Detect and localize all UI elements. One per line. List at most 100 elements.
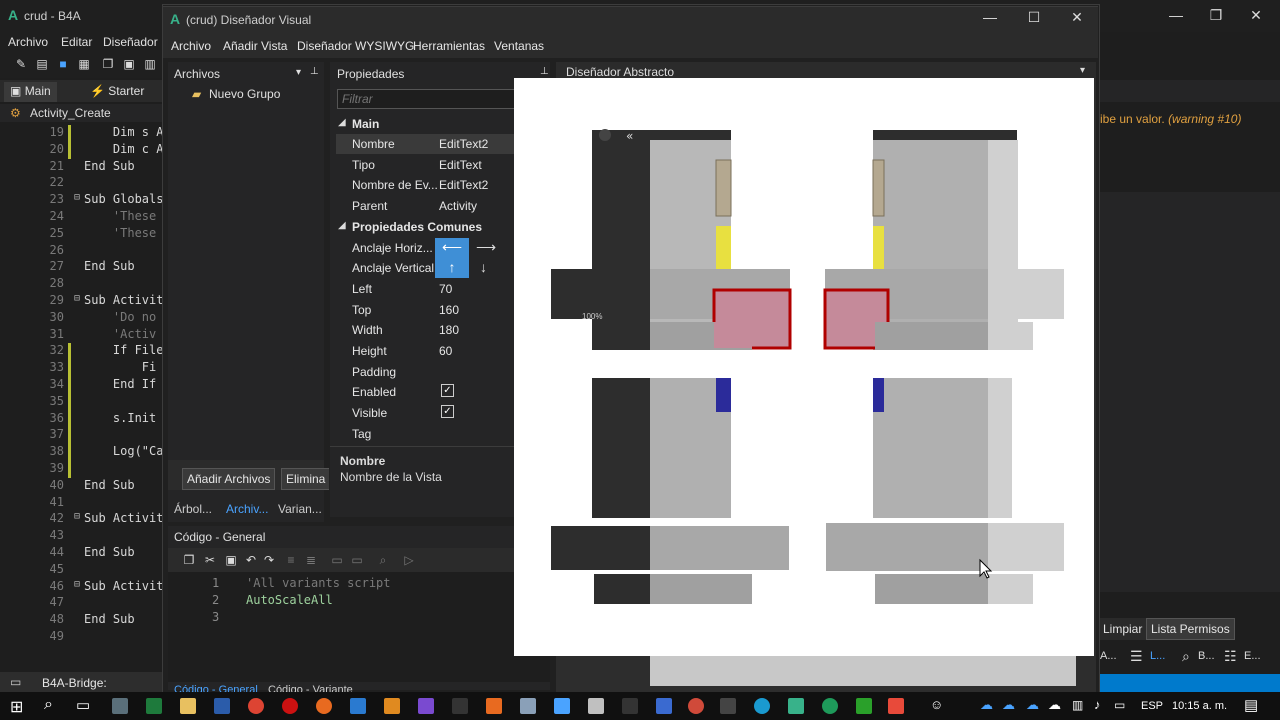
app-folder-icon[interactable] [180, 698, 196, 714]
property-row[interactable]: Top 160 [336, 300, 514, 320]
tree-item-nuevo-grupo[interactable]: Nuevo Grupo [209, 87, 280, 101]
chevron-down-icon[interactable]: ▾ [296, 67, 301, 78]
code-line[interactable]: 27 End Sub [0, 259, 162, 276]
redo-icon[interactable]: ↷ [262, 553, 276, 567]
uncomment-icon[interactable]: ▭ [350, 553, 364, 567]
prop-anchor-v[interactable]: Anclaje Vertical ↑ ↓ [336, 258, 514, 278]
tab-main[interactable]: ▣ Main [4, 82, 57, 102]
undo-icon[interactable]: ↶ [244, 553, 258, 567]
app-b4a-icon[interactable] [788, 698, 804, 714]
app-sublime-icon[interactable] [384, 698, 400, 714]
chevron-down-icon[interactable]: ▾ [1080, 65, 1085, 76]
wysiwyg-canvas[interactable]: « 100% [514, 78, 1094, 656]
code-line[interactable]: 28 [0, 276, 162, 293]
copy-icon[interactable]: ❐ [182, 553, 196, 567]
cloud-icon[interactable]: ☁ [980, 697, 993, 713]
save-all-icon[interactable]: ▦ [77, 57, 91, 71]
script-line[interactable]: 1 'All variants script [168, 576, 550, 593]
copy-icon[interactable]: ❐ [101, 57, 115, 71]
search-icon[interactable]: ⌕ [1182, 648, 1190, 665]
app-cube-icon[interactable] [520, 698, 536, 714]
property-value[interactable]: 60 [439, 344, 452, 358]
lock-icon[interactable]: ▥ [143, 57, 157, 71]
code-line[interactable]: 36 s.Init [0, 410, 162, 428]
minimize-icon[interactable]: — [1156, 4, 1196, 28]
sub-breadcrumb[interactable]: ⚙ Activity_Create [0, 104, 162, 122]
anchor-bottom-icon[interactable]: ↓ [480, 258, 487, 277]
outdent-icon[interactable]: ≣ [304, 553, 318, 567]
anchor-right-icon[interactable]: ⟶ [476, 238, 496, 257]
code-line[interactable]: 21 End Sub [0, 159, 162, 176]
bottom-tab-b[interactable]: B... [1198, 650, 1215, 662]
dmenu-herramientas[interactable]: Herramientas [413, 39, 485, 53]
app-chrome-icon[interactable] [248, 698, 264, 714]
code-line[interactable]: 43 [0, 528, 162, 545]
tab-starter[interactable]: ⚡ Starter [84, 82, 150, 102]
code-line[interactable]: 33 Fi [0, 360, 162, 378]
designer-minimize-icon[interactable]: — [970, 6, 1010, 30]
bottom-tab-l[interactable]: L... [1150, 650, 1165, 662]
code-line[interactable]: 25 'These [0, 226, 162, 243]
code-line[interactable]: 24 'These [0, 209, 162, 226]
menu-disenador[interactable]: Diseñador [103, 35, 158, 49]
code-line[interactable]: 44 End Sub [0, 545, 162, 562]
code-line[interactable]: 48 End Sub [0, 612, 162, 629]
app-blue-icon[interactable] [554, 698, 570, 714]
property-row[interactable]: Padding [336, 362, 514, 382]
cut-icon[interactable]: ✂ [203, 553, 217, 567]
dmenu-anadir-vista[interactable]: Añadir Vista [223, 39, 287, 53]
restore-icon[interactable]: ❐ [1196, 4, 1236, 28]
find-icon[interactable]: ⌕ [376, 553, 390, 567]
clear-button[interactable]: Limpiar [1098, 618, 1148, 640]
edit-list-icon[interactable]: ☷ [1224, 648, 1237, 665]
bottom-tab-e[interactable]: E... [1244, 650, 1261, 662]
code-line[interactable]: 38 Log("Ca [0, 444, 163, 462]
windows-start-icon[interactable]: ⊞ [10, 697, 23, 717]
paste-icon[interactable]: ▣ [224, 553, 238, 567]
search-icon[interactable]: ⌕ [44, 696, 53, 714]
code-line[interactable]: 30 'Do no [0, 310, 162, 327]
property-row[interactable]: Visible ✓ [336, 403, 514, 423]
app-chat-icon[interactable] [656, 698, 672, 714]
open-folder-icon[interactable]: ▤ [35, 57, 49, 71]
codigo-editor[interactable]: 1 'All variants script 2 AutoScaleAll 3 [168, 572, 550, 682]
app-red-icon[interactable] [688, 698, 704, 714]
dmenu-ventanas[interactable]: Ventanas [494, 39, 544, 53]
code-line[interactable]: 40 End Sub [0, 478, 162, 495]
battery-icon[interactable]: ▭ [1114, 698, 1125, 712]
dmenu-archivo[interactable]: Archivo [171, 39, 211, 53]
code-line[interactable]: 45 [0, 562, 162, 579]
property-row[interactable]: Height 60 [336, 341, 514, 361]
code-line[interactable]: 39 [0, 461, 162, 478]
notifications-icon[interactable]: ▤ [1244, 696, 1258, 714]
collapse-icon[interactable]: ◢ [338, 117, 346, 128]
code-line[interactable]: 34 End If [0, 377, 162, 394]
dmenu-wysiwyg[interactable]: Diseñador WYSIWYG [297, 39, 414, 53]
run-icon[interactable]: ▷ [402, 553, 416, 567]
comment-icon[interactable]: ▭ [330, 553, 344, 567]
network-icon[interactable]: ▥ [1072, 698, 1083, 712]
script-line[interactable]: 3 [168, 610, 550, 627]
collapse-icon[interactable]: ◢ [338, 220, 346, 231]
code-line[interactable]: 41 [0, 495, 162, 512]
designer-close-icon[interactable]: ✕ [1057, 6, 1097, 30]
task-view-icon[interactable]: ▭ [76, 696, 90, 714]
pin-icon[interactable]: ⊥ [310, 66, 319, 77]
checkbox[interactable]: ✓ [441, 404, 454, 418]
property-row[interactable]: Enabled ✓ [336, 382, 514, 402]
app-xampp-icon[interactable] [486, 698, 502, 714]
app-visualstudio-icon[interactable] [418, 698, 434, 714]
code-line[interactable]: 37 [0, 427, 162, 445]
volume-icon[interactable]: ♪ [1094, 697, 1101, 712]
app-dark-icon[interactable] [622, 698, 638, 714]
indent-icon[interactable]: ≡ [284, 553, 298, 567]
section-common[interactable]: ◢ Propiedades Comunes [336, 217, 514, 237]
app-excel-icon[interactable] [146, 698, 162, 714]
code-line[interactable]: 26 [0, 243, 162, 260]
property-row[interactable]: Width 180 [336, 320, 514, 340]
property-value[interactable]: EditText2 [439, 137, 488, 151]
property-value[interactable]: 70 [439, 282, 452, 296]
designer-maximize-icon[interactable]: ☐ [1014, 6, 1054, 30]
code-line[interactable]: 23 ⊟ Sub Globals [0, 192, 164, 209]
property-value[interactable]: EditText2 [439, 178, 488, 192]
